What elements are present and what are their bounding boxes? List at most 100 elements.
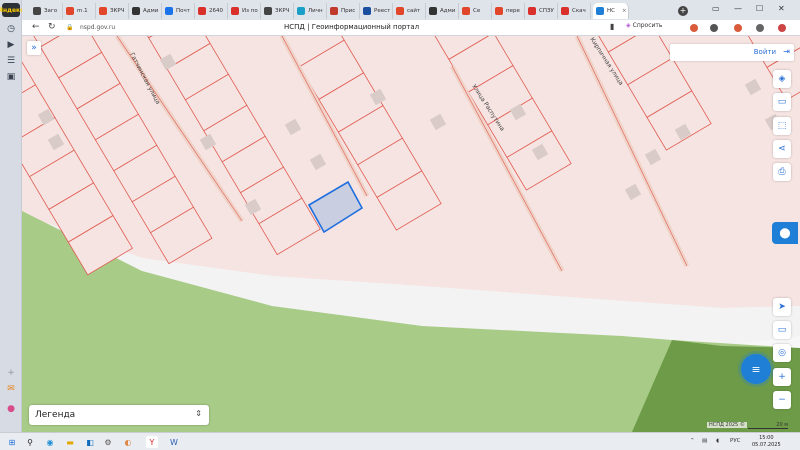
- url-field[interactable]: nspd.gov.ru: [80, 24, 115, 31]
- tab-label: Реест: [374, 8, 391, 14]
- login-button[interactable]: Войти ⇥: [670, 44, 794, 61]
- tray-volume-icon[interactable]: ◖: [716, 438, 719, 444]
- explorer-icon[interactable]: ▬: [64, 436, 76, 448]
- tray-network-icon[interactable]: ▤: [702, 438, 707, 444]
- browser-tab[interactable]: Адми: [129, 3, 162, 19]
- browser-tab[interactable]: Реест: [360, 3, 393, 19]
- close-tab-icon[interactable]: ×: [622, 8, 627, 14]
- browser-tab[interactable]: Личн: [294, 3, 327, 19]
- tray-arrow-icon[interactable]: ⌃: [690, 438, 695, 444]
- ask-button[interactable]: ◈ Спросить: [626, 22, 662, 29]
- yandex-menu-button[interactable]: Яндекс: [0, 3, 24, 17]
- browser-tab[interactable]: Адми: [426, 3, 459, 19]
- bookmark-tabs-icon[interactable]: ▭: [712, 4, 720, 13]
- share-icon[interactable]: ⋖: [773, 140, 791, 158]
- print-icon[interactable]: ⎙: [773, 163, 791, 181]
- tab-label: Личн: [308, 8, 323, 14]
- expand-panel-button[interactable]: »: [27, 41, 41, 55]
- minimize-icon[interactable]: —: [734, 4, 742, 13]
- clock-date: 05.07.2025: [752, 442, 781, 448]
- tab-label: сайт: [407, 8, 421, 14]
- tab-bar: + ▭ — ☐ ✕ Заго m.1 ЗКРЧ Адми Почт 2640 Из по ЗК…: [22, 0, 800, 20]
- layers-icon[interactable]: ◈: [773, 70, 791, 88]
- clock[interactable]: 15:00 05.07.2025: [752, 435, 781, 449]
- tab-label: ЗКРЧ: [275, 8, 290, 14]
- browser-tab[interactable]: Скач: [558, 3, 591, 19]
- zoom-out-button[interactable]: −: [773, 391, 791, 409]
- zoom-in-button[interactable]: +: [773, 368, 791, 386]
- yandex-browser-icon[interactable]: Y: [146, 436, 158, 448]
- browser-tab[interactable]: Почт: [162, 3, 195, 19]
- map-viewport[interactable]: Гатчинская улица Улица Распутина Кирпичн…: [22, 36, 800, 432]
- alice-icon[interactable]: ●: [3, 402, 19, 416]
- extension-2-icon[interactable]: [710, 24, 718, 32]
- browser-tab[interactable]: Заго: [30, 3, 63, 19]
- browser-tab[interactable]: 2640: [195, 3, 228, 19]
- tab-favicon-icon: [33, 7, 41, 15]
- tab-label: Скач: [572, 8, 586, 14]
- app-icon[interactable]: ◐: [122, 436, 134, 448]
- extension-3-icon[interactable]: [734, 24, 742, 32]
- tab-label: пере: [506, 8, 520, 14]
- legend-dropdown[interactable]: Легенда ⇕: [29, 405, 209, 425]
- tab-favicon-icon: [198, 7, 206, 15]
- browser-tab[interactable]: Из по: [228, 3, 261, 19]
- tab-favicon-icon: [495, 7, 503, 15]
- tab-label: Из по: [242, 8, 258, 14]
- cadastral-map[interactable]: Гатчинская улица Улица Распутина Кирпичн…: [22, 36, 800, 432]
- settings-icon[interactable]: ⚙: [102, 436, 114, 448]
- play-icon[interactable]: ▶: [3, 38, 19, 52]
- active-tab[interactable]: НС ×: [593, 3, 629, 19]
- close-window-icon[interactable]: ✕: [778, 4, 785, 13]
- tab-favicon-icon: [297, 7, 305, 15]
- tab-favicon-icon: [165, 7, 173, 15]
- language-indicator[interactable]: РУС: [730, 438, 741, 444]
- chat-icon[interactable]: ≡: [741, 354, 771, 384]
- collections-icon[interactable]: ▣: [3, 70, 19, 84]
- history-icon[interactable]: ◷: [3, 22, 19, 36]
- outlook-icon[interactable]: ◧: [84, 436, 96, 448]
- select-area-icon[interactable]: ⬚: [773, 117, 791, 135]
- new-tab-button[interactable]: +: [678, 6, 688, 16]
- browser-tab[interactable]: СПЗУ: [525, 3, 558, 19]
- browser-tab[interactable]: ЗКРЧ: [96, 3, 129, 19]
- tab-favicon-icon: [132, 7, 140, 15]
- location-pin-icon[interactable]: ◎: [773, 344, 791, 362]
- tab-favicon-icon: [99, 7, 107, 15]
- edge-icon[interactable]: ◉: [44, 436, 56, 448]
- browser-tab[interactable]: ЗКРЧ: [261, 3, 294, 19]
- maximize-icon[interactable]: ☐: [756, 4, 763, 13]
- basemap-icon[interactable]: ▭: [773, 321, 791, 339]
- windows-taskbar: ⊞ ⚲ ◉ ▬ ◧ ⚙ ◐ Y W ⌃ ▤ ◖ РУС 15:00 05.07.…: [0, 432, 800, 450]
- page-title: НСПД | Геоинформационный портал: [284, 23, 420, 31]
- tab-favicon-icon: [462, 7, 470, 15]
- login-label: Войти: [753, 48, 776, 56]
- extension-1-icon[interactable]: [690, 24, 698, 32]
- browser-tab[interactable]: Прис: [327, 3, 360, 19]
- bookmarks-icon[interactable]: ☰: [3, 54, 19, 68]
- copyright: НСПД 2025 ©: [707, 422, 747, 428]
- gosuslugi-icon[interactable]: ⬤: [772, 222, 798, 244]
- geolocation-icon[interactable]: ➤: [773, 298, 791, 316]
- add-panel-icon[interactable]: +: [3, 366, 19, 380]
- reload-icon[interactable]: ↻: [48, 22, 56, 32]
- windows-start-icon[interactable]: ⊞: [6, 436, 18, 448]
- tab-label: Почт: [176, 8, 190, 14]
- browser-tab[interactable]: m.1: [63, 3, 96, 19]
- back-icon[interactable]: ←: [32, 22, 40, 32]
- tab-favicon-icon: [396, 7, 404, 15]
- browser-tab[interactable]: сайт: [393, 3, 426, 19]
- mail-icon[interactable]: ✉: [3, 382, 19, 396]
- tab-label: 2640: [209, 8, 223, 14]
- tab-favicon-icon: [596, 7, 604, 15]
- tab-label: Се: [473, 8, 481, 14]
- word-icon[interactable]: W: [168, 436, 180, 448]
- browser-tab[interactable]: Се: [459, 3, 492, 19]
- ask-icon: ◈: [626, 22, 631, 29]
- ruler-icon[interactable]: ▭: [773, 93, 791, 111]
- extension-4-icon[interactable]: [756, 24, 764, 32]
- extension-5-icon[interactable]: [778, 24, 786, 32]
- browser-tab[interactable]: пере: [492, 3, 525, 19]
- bookmark-icon[interactable]: ▮: [610, 22, 614, 31]
- search-icon[interactable]: ⚲: [24, 436, 36, 448]
